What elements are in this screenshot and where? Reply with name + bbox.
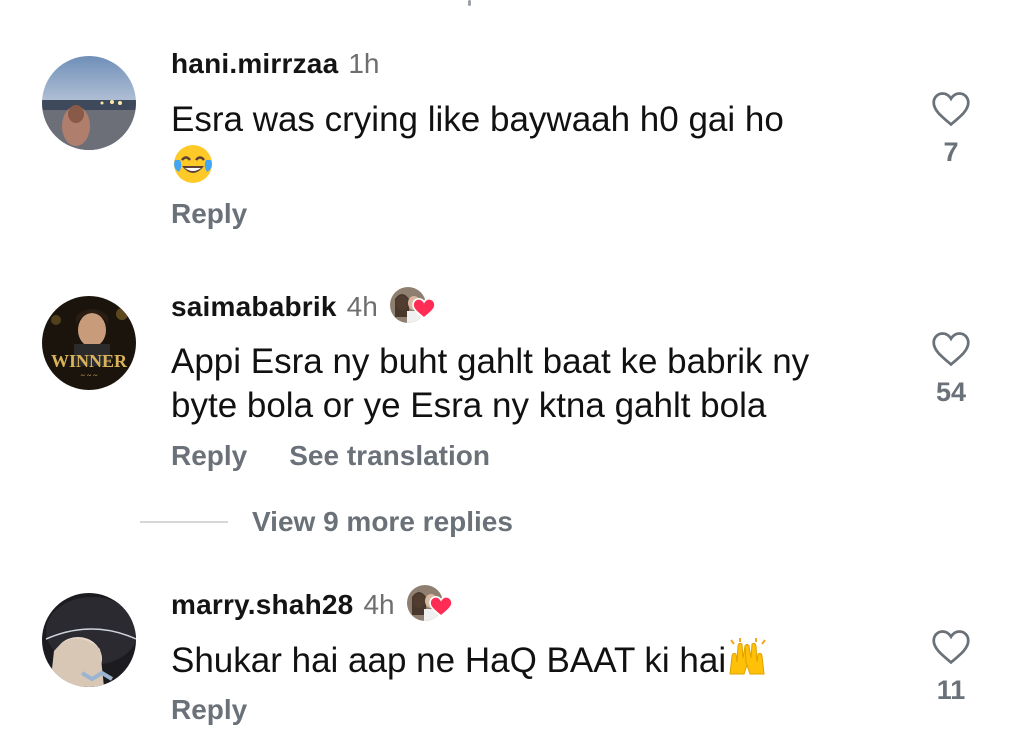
- like-count: 7: [943, 137, 959, 167]
- heart-filled-icon: [428, 595, 453, 618]
- reply-button[interactable]: Reply: [171, 694, 247, 726]
- comment-header: hani.mirrzaa 1h: [171, 48, 380, 80]
- comment-actions: Reply See translation: [171, 440, 490, 472]
- comment-actions: Reply: [171, 694, 247, 726]
- avatar[interactable]: [42, 593, 136, 687]
- comment-text-line: byte bola or ye Esra ny ktna gahlt bola: [171, 386, 767, 425]
- comment-text-line: Appi Esra ny buht gahlt baat ke babrik n…: [171, 342, 810, 381]
- view-more-replies-label[interactable]: View 9 more replies: [252, 506, 513, 538]
- username[interactable]: hani.mirrzaa: [171, 48, 338, 80]
- creator-liked-badge: [406, 585, 453, 625]
- scroll-indicator: [468, 0, 471, 6]
- comment-text-body: Esra was crying like baywaah h0 gai ho: [171, 100, 784, 139]
- face-with-tears-of-joy-icon: [171, 142, 215, 197]
- timestamp: 4h: [363, 589, 395, 620]
- divider: [140, 521, 228, 523]
- comment-text: Shukar hai aap ne HaQ BAAT ki hai: [171, 638, 891, 687]
- comment-text: Appi Esra ny buht gahlt baat ke babrik n…: [171, 340, 891, 428]
- timestamp: 1h: [348, 48, 380, 79]
- see-translation-button[interactable]: See translation: [289, 440, 490, 472]
- like-count: 54: [935, 377, 967, 407]
- comment-text: Esra was crying like baywaah h0 gai ho: [171, 98, 891, 197]
- timestamp: 4h: [346, 291, 378, 322]
- like-button[interactable]: 7: [928, 89, 974, 168]
- comment-header: marry.shah28 4h: [171, 585, 453, 625]
- reply-button[interactable]: Reply: [171, 440, 247, 472]
- view-more-replies[interactable]: View 9 more replies: [140, 506, 513, 538]
- svg-text:~ ~ ~: ~ ~ ~: [81, 371, 99, 380]
- username[interactable]: marry.shah28: [171, 589, 353, 621]
- avatar[interactable]: [42, 56, 136, 150]
- like-count: 11: [936, 675, 966, 705]
- reply-button[interactable]: Reply: [171, 198, 247, 230]
- comment-text-body: Shukar hai aap ne HaQ BAAT ki hai: [171, 640, 727, 680]
- like-button[interactable]: 11: [928, 627, 974, 706]
- comment-header: saimababrik 4h: [171, 287, 436, 327]
- creator-liked-badge: [389, 287, 436, 327]
- like-button[interactable]: 54: [928, 329, 974, 408]
- username[interactable]: saimababrik: [171, 291, 337, 323]
- raising-hands-icon: [726, 638, 768, 687]
- avatar[interactable]: WINNER ~ ~ ~: [42, 296, 136, 390]
- heart-filled-icon: [411, 297, 436, 320]
- heart-outline-icon[interactable]: [930, 329, 972, 367]
- heart-outline-icon[interactable]: [930, 627, 972, 665]
- heart-outline-icon[interactable]: [930, 89, 972, 127]
- comment-actions: Reply: [171, 198, 247, 230]
- avatar-text: WINNER: [51, 351, 128, 371]
